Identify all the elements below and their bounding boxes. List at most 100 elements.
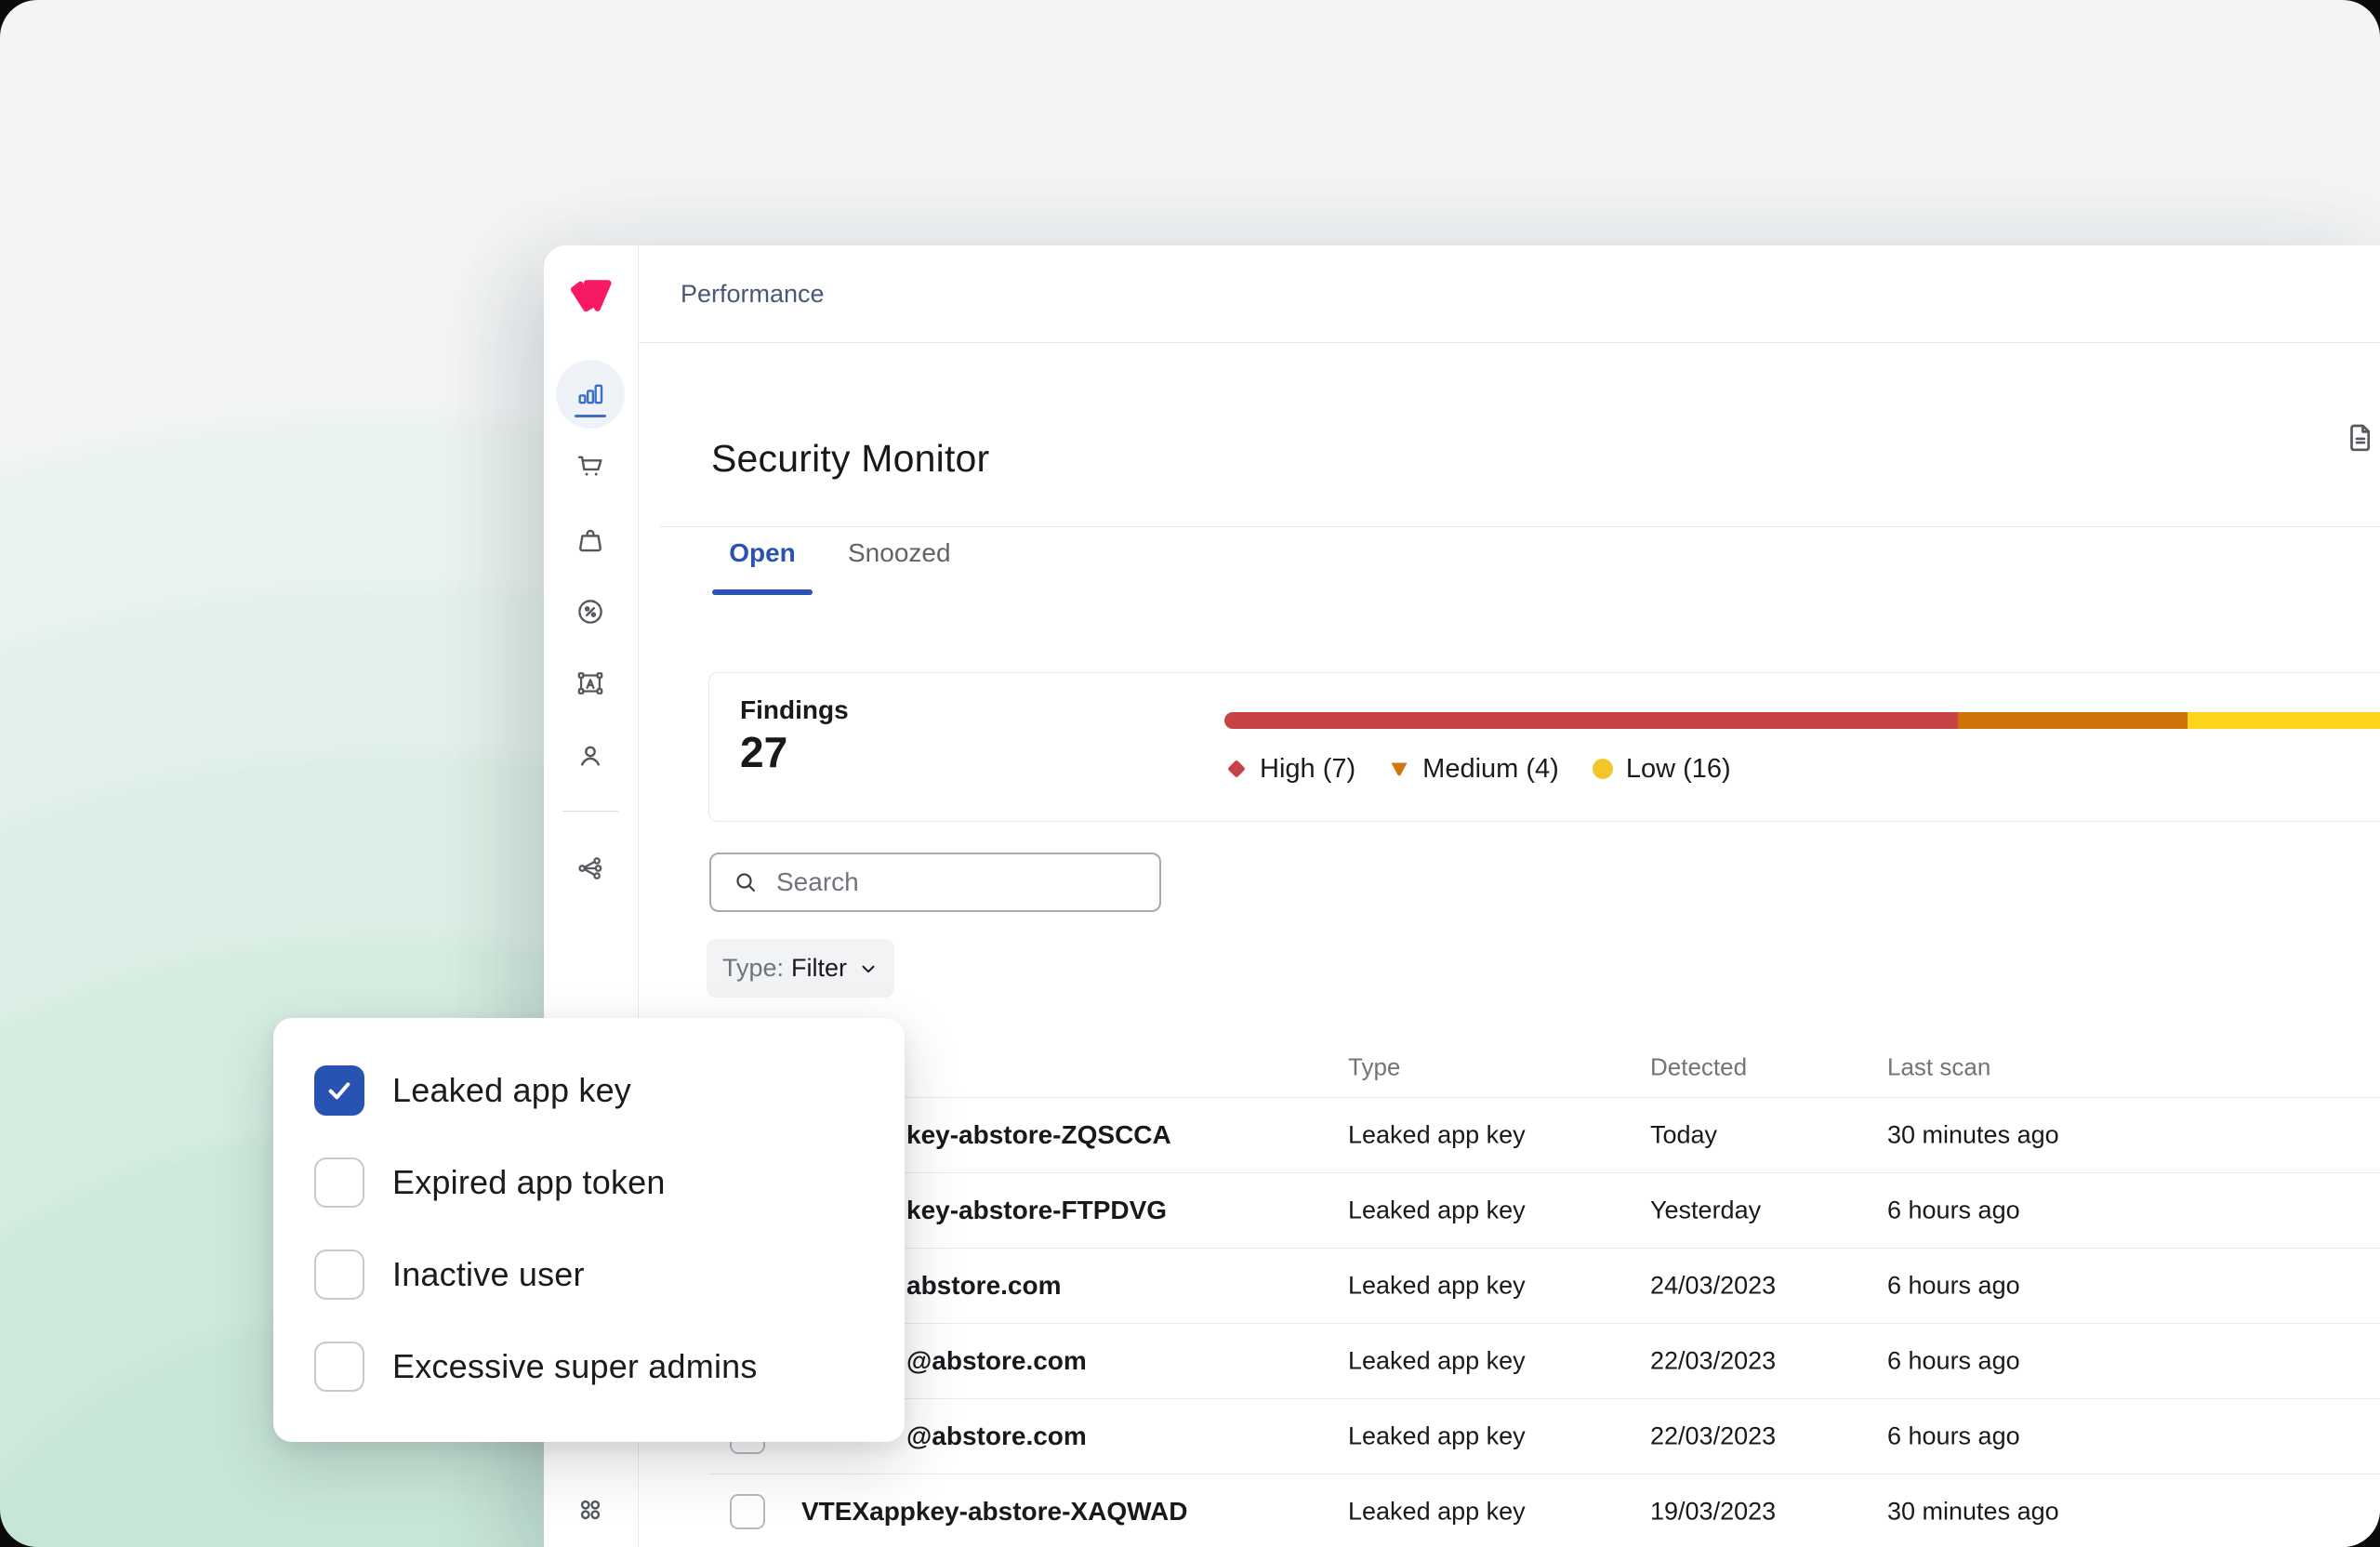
breadcrumb[interactable]: Performance [681, 245, 825, 342]
active-item-underline [575, 415, 606, 417]
row-name: key-abstore-ZQSCCA [906, 1120, 1171, 1149]
tab-snoozed[interactable]: Snoozed [846, 535, 953, 572]
search-icon [736, 873, 756, 892]
option-label: Inactive user [392, 1254, 585, 1293]
circle-icon [1592, 759, 1613, 779]
row-name: VTEXappkey-abstore-XAQWAD [801, 1497, 1188, 1526]
row-last-scan: 6 hours ago [1887, 1271, 2020, 1300]
legend-label-medium: Medium (4) [1422, 753, 1559, 784]
tab-bar: Open Snoozed [712, 535, 953, 595]
option-label: Leaked app key [392, 1070, 631, 1109]
row-detected: 19/03/2023 [1650, 1497, 1777, 1526]
network-icon [578, 857, 602, 879]
column-header-type: Type [1348, 1052, 1401, 1081]
check-icon [328, 1081, 350, 1099]
dropdown-option[interactable]: Excessive super admins [314, 1320, 905, 1412]
dropdown-option[interactable]: Inactive user [314, 1228, 905, 1320]
row-type: Leaked app key [1348, 1271, 1526, 1300]
table-body: key-abstore-ZQSCCA Leaked app key Today … [708, 1098, 2380, 1547]
dropdown-option[interactable]: Expired app token [314, 1136, 905, 1228]
table-header: Type Detected Last scan [708, 1038, 2380, 1098]
row-type: Leaked app key [1348, 1346, 1526, 1375]
row-name: @abstore.com [906, 1421, 1087, 1450]
tab-snoozed-label: Snoozed [848, 538, 951, 567]
apps-grid-icon [580, 1500, 601, 1520]
row-last-scan: 30 minutes ago [1887, 1120, 2059, 1149]
background-canvas: Performance Security Monitor Open Snooze… [0, 0, 2380, 1547]
severity-legend: High (7) Medium (4) Low (16) [1224, 749, 1731, 788]
dropdown-option[interactable]: Leaked app key [314, 1044, 905, 1136]
chevron-down-icon [862, 965, 875, 972]
page-title: Security Monitor [711, 437, 990, 480]
severity-bar [1224, 712, 2380, 729]
search-box[interactable] [709, 853, 1161, 912]
document-icon[interactable] [2343, 420, 2378, 456]
cart-icon [577, 456, 602, 476]
findings-card: Findings 27 High (7) Medium (4) Low (16) [708, 672, 2380, 822]
column-header-last-scan: Last scan [1887, 1052, 1991, 1081]
row-detected: Yesterday [1650, 1196, 1762, 1224]
legend-item-low: Low (16) [1591, 754, 1731, 785]
row-type: Leaked app key [1348, 1421, 1526, 1450]
frame-a-icon [577, 672, 603, 694]
row-name: @abstore.com [906, 1346, 1087, 1375]
type-filter-value: Filter [791, 954, 848, 982]
tab-active-underline [712, 589, 813, 595]
legend-item-high: High (7) [1224, 754, 1355, 785]
severity-bar-low [2187, 712, 2380, 729]
legend-item-medium: Medium (4) [1387, 754, 1559, 785]
row-checkbox[interactable] [730, 1494, 765, 1529]
row-last-scan: 30 minutes ago [1887, 1497, 2059, 1526]
sidebar-item-orders[interactable] [575, 450, 606, 482]
tab-open[interactable]: Open [712, 535, 813, 595]
bar-chart-icon [578, 384, 603, 404]
vtex-logo-icon[interactable] [569, 274, 612, 317]
sidebar-item-storefront[interactable] [575, 668, 606, 699]
triangle-down-icon [1391, 762, 1408, 776]
type-filter-prefix: Type: [721, 954, 785, 982]
sidebar-item-customers[interactable] [575, 740, 606, 772]
table-row[interactable]: key-abstore-ZQSCCA Leaked app key Today … [708, 1098, 2380, 1173]
row-name: abstore.com [906, 1271, 1062, 1300]
sidebar-item-catalog[interactable] [575, 523, 606, 555]
search-input[interactable] [774, 866, 1131, 898]
severity-bar-medium [1958, 712, 2188, 729]
row-detected: 22/03/2023 [1650, 1421, 1777, 1450]
row-name: key-abstore-FTPDVG [906, 1196, 1168, 1224]
option-label: Expired app token [392, 1162, 666, 1201]
severity-bar-high [1224, 712, 1959, 729]
option-checkbox[interactable] [314, 1341, 364, 1392]
sidebar-divider [562, 811, 618, 812]
table-row[interactable]: VTEXappkey-abstore-XAQWAD Leaked app key… [708, 1474, 2380, 1547]
findings-table: Type Detected Last scan key-abstore-ZQSC… [708, 1038, 2380, 1547]
legend-label-high: High (7) [1260, 753, 1356, 784]
option-label: Excessive super admins [392, 1346, 758, 1385]
row-detected: 24/03/2023 [1650, 1271, 1777, 1300]
row-last-scan: 6 hours ago [1887, 1196, 2020, 1224]
row-detected: 22/03/2023 [1650, 1346, 1777, 1375]
table-row[interactable]: @abstore.com Leaked app key 22/03/2023 6… [708, 1399, 2380, 1474]
row-type: Leaked app key [1348, 1497, 1526, 1526]
table-row[interactable]: key-abstore-FTPDVG Leaked app key Yester… [708, 1173, 2380, 1249]
row-detected: Today [1650, 1120, 1718, 1149]
topbar: Performance [638, 245, 2380, 343]
legend-label-low: Low (16) [1625, 753, 1731, 784]
option-checkbox[interactable] [314, 1157, 364, 1208]
option-checkbox[interactable] [314, 1249, 364, 1300]
row-type: Leaked app key [1348, 1120, 1526, 1149]
sidebar-item-apps[interactable] [575, 1494, 606, 1526]
table-row[interactable]: abstore.com Leaked app key 24/03/2023 6 … [708, 1249, 2380, 1324]
sidebar-item-promotions[interactable] [575, 596, 606, 628]
table-row[interactable]: @abstore.com Leaked app key 22/03/2023 6… [708, 1324, 2380, 1399]
type-filter-button[interactable]: Type: Filter [707, 939, 894, 998]
findings-label: Findings [740, 695, 849, 724]
option-checkbox[interactable] [314, 1064, 364, 1116]
sidebar-item-analytics[interactable] [575, 378, 606, 410]
row-last-scan: 6 hours ago [1887, 1346, 2020, 1375]
sidebar-item-integrations[interactable] [575, 853, 606, 884]
title-divider [660, 526, 2380, 527]
row-type: Leaked app key [1348, 1196, 1526, 1224]
column-header-detected: Detected [1650, 1052, 1748, 1081]
diamond-icon [1228, 760, 1245, 777]
shopping-bag-icon [579, 529, 602, 552]
